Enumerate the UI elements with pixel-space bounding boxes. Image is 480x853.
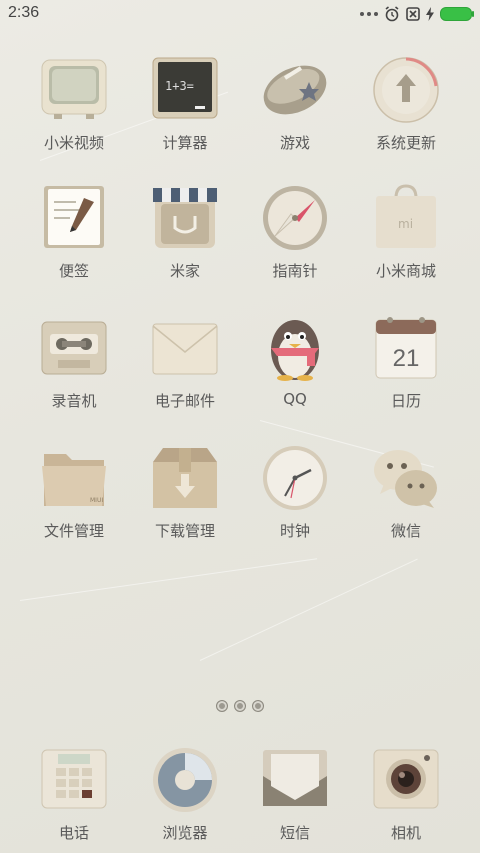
app-label: 下载管理 — [154, 522, 215, 540]
envelope-icon — [151, 314, 219, 382]
app-label: 指南针 — [272, 262, 318, 280]
app-label: 相机 — [390, 824, 421, 842]
app-label: 便签 — [58, 262, 89, 280]
folder-icon: MIUI — [40, 444, 108, 512]
camera-icon — [372, 746, 440, 814]
calendar-day: 21 — [393, 345, 420, 372]
message-envelope-icon — [261, 746, 329, 814]
app-games[interactable]: 游戏 — [240, 56, 350, 153]
app-qq[interactable]: QQ — [240, 314, 350, 408]
page-dot[interactable] — [216, 700, 228, 712]
tv-icon — [40, 56, 108, 124]
app-recorder[interactable]: 录音机 — [19, 314, 129, 411]
app-notes[interactable]: 便签 — [19, 184, 129, 281]
app-compass[interactable]: 指南针 — [240, 184, 350, 281]
football-icon — [261, 56, 329, 124]
app-label: 浏览器 — [162, 824, 208, 842]
status-bar: 2:36 — [0, 0, 480, 28]
shopping-bag-icon: mi — [372, 184, 440, 252]
penguin-icon — [261, 314, 329, 382]
cassette-icon — [40, 314, 108, 382]
more-notifications-icon — [360, 12, 378, 16]
app-label: 系统更新 — [375, 134, 436, 152]
download-box-icon — [151, 444, 219, 512]
app-label: 日历 — [390, 392, 421, 410]
app-mijia[interactable]: 米家 — [130, 184, 240, 281]
wechat-icon — [372, 444, 440, 512]
app-label: 游戏 — [279, 134, 310, 152]
app-mi-store[interactable]: mi 小米商城 — [351, 184, 461, 281]
page-dot[interactable] — [252, 700, 264, 712]
desk-phone-icon — [40, 746, 108, 814]
battery-icon — [440, 7, 474, 21]
app-label: 电话 — [58, 824, 89, 842]
app-system-update[interactable]: 系统更新 — [351, 56, 461, 153]
page-indicator[interactable] — [0, 700, 480, 712]
calendar-icon: 21 — [372, 314, 440, 382]
app-download-manager[interactable]: 下载管理 — [130, 444, 240, 541]
alarm-icon — [385, 6, 399, 22]
app-label: 小米商城 — [375, 262, 436, 280]
sim-off-icon — [406, 7, 420, 21]
app-label: 文件管理 — [43, 522, 104, 540]
compass-icon — [261, 184, 329, 252]
app-label: QQ — [283, 390, 307, 408]
app-label: 微信 — [390, 522, 421, 540]
app-calendar[interactable]: 21 日历 — [351, 314, 461, 411]
clock-icon — [261, 444, 329, 512]
app-label: 小米视频 — [43, 134, 104, 152]
app-label: 录音机 — [51, 392, 97, 410]
app-label: 计算器 — [162, 134, 208, 152]
bag-text: mi — [398, 217, 413, 231]
dock-messages[interactable]: 短信 — [240, 746, 350, 843]
app-file-manager[interactable]: MIUI 文件管理 — [19, 444, 129, 541]
chalkboard-icon: 1+3= — [151, 56, 219, 124]
app-clock[interactable]: 时钟 — [240, 444, 350, 541]
notepad-pencil-icon — [40, 184, 108, 252]
app-wechat[interactable]: 微信 — [351, 444, 461, 541]
update-arrow-icon — [372, 56, 440, 124]
folder-text: MIUI — [90, 497, 103, 504]
dock-camera[interactable]: 相机 — [351, 746, 461, 843]
app-calculator[interactable]: 1+3= 计算器 — [130, 56, 240, 153]
dock-browser[interactable]: 浏览器 — [130, 746, 240, 843]
dock-phone[interactable]: 电话 — [19, 746, 129, 843]
status-time: 2:36 — [8, 4, 40, 21]
charging-icon — [426, 7, 434, 21]
app-label: 短信 — [279, 824, 310, 842]
status-icons — [360, 6, 474, 22]
app-label: 电子邮件 — [154, 392, 215, 410]
app-label: 时钟 — [279, 522, 310, 540]
browser-icon — [151, 746, 219, 814]
app-label: 米家 — [169, 262, 200, 280]
page-dot[interactable] — [234, 700, 246, 712]
app-xiaomi-video[interactable]: 小米视频 — [19, 56, 129, 153]
app-email[interactable]: 电子邮件 — [130, 314, 240, 411]
store-icon — [151, 184, 219, 252]
chalk-text: 1+3= — [165, 79, 194, 93]
